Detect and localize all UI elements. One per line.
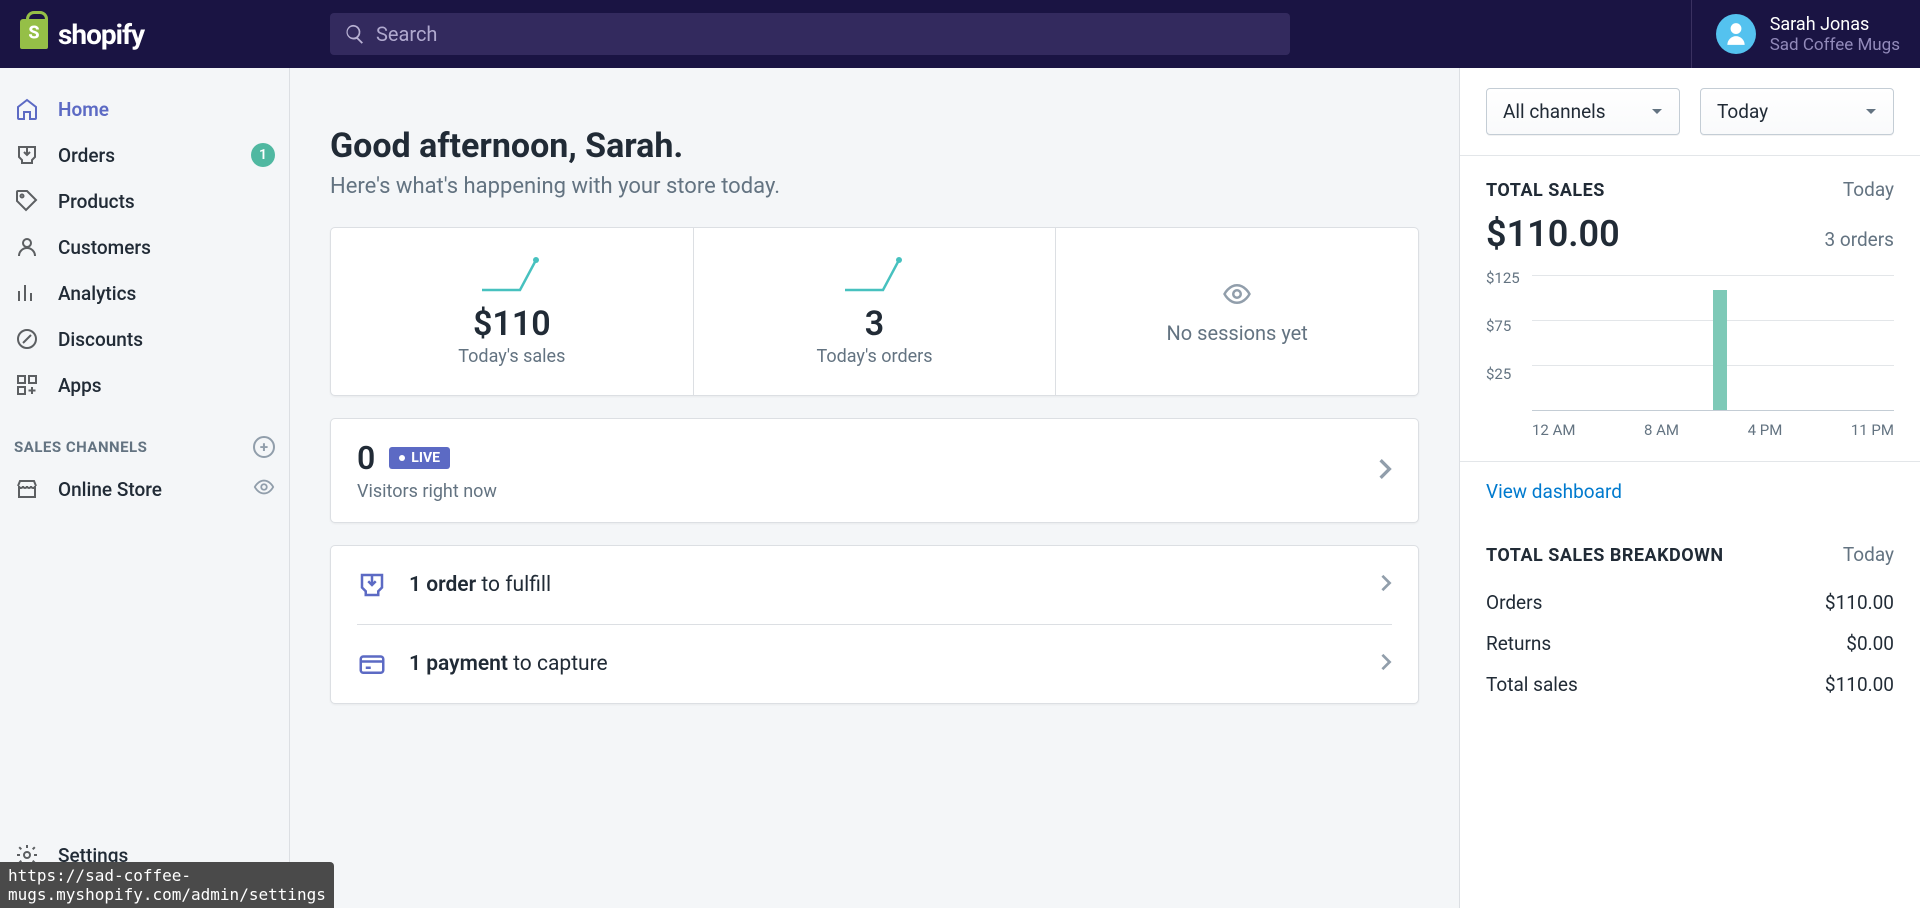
nav-label: Products (58, 190, 135, 213)
logo-text: shopify (58, 18, 144, 51)
total-sales-section: TOTAL SALES Today $110.00 3 orders $125 … (1460, 156, 1920, 462)
live-visitors-card[interactable]: 0 LIVE Visitors right now (330, 418, 1419, 523)
empty-text: No sessions yet (1167, 321, 1308, 345)
period-dropdown[interactable]: Today (1700, 88, 1894, 135)
sparkline-icon (843, 256, 907, 292)
badge: 1 (251, 143, 275, 167)
discount-icon (14, 326, 40, 352)
breakdown-section: TOTAL SALES BREAKDOWN Today Orders$110.0… (1460, 521, 1920, 727)
channel-dropdown[interactable]: All channels (1486, 88, 1680, 135)
task-text: 1 payment to capture (409, 652, 608, 676)
user-name: Sarah Jonas (1770, 14, 1900, 35)
chevron-right-icon (1380, 574, 1392, 596)
chevron-right-icon (1378, 458, 1392, 484)
nav-orders[interactable]: Orders 1 (0, 132, 289, 178)
search-icon (344, 23, 366, 45)
shopify-bag-icon (20, 19, 48, 49)
nav-online-store[interactable]: Online Store (0, 466, 289, 512)
card-sessions[interactable]: No sessions yet (1056, 228, 1418, 395)
nav-label: Home (58, 98, 109, 121)
eye-icon (1222, 279, 1252, 309)
nav-label: Online Store (58, 478, 162, 501)
person-icon (14, 234, 40, 260)
nav-label: Apps (58, 374, 102, 397)
total-amount: $110.00 (1486, 213, 1620, 255)
main-content: Good afternoon, Sarah. Here's what's hap… (290, 68, 1460, 908)
payment-icon (357, 649, 387, 679)
right-panel: All channels Today TOTAL SALES Today $11… (1460, 68, 1920, 908)
dropdown-label: Today (1717, 100, 1768, 123)
caret-down-icon (1651, 108, 1663, 116)
nav-label: Analytics (58, 282, 136, 305)
card-label: Today's sales (351, 346, 673, 367)
breakdown-row: Total sales$110.00 (1486, 664, 1894, 705)
apps-icon (14, 372, 40, 398)
tasks-card: 1 order to fulfill 1 payment to capture (330, 545, 1419, 704)
card-orders[interactable]: 3 Today's orders (694, 228, 1057, 395)
summary-cards: $110 Today's sales 3 Today's orders No s… (330, 227, 1419, 396)
breakdown-row: Orders$110.00 (1486, 582, 1894, 623)
sub-greeting: Here's what's happening with your store … (330, 174, 1419, 199)
tag-icon (14, 188, 40, 214)
store-name: Sad Coffee Mugs (1770, 35, 1900, 55)
task-capture[interactable]: 1 payment to capture (357, 625, 1392, 703)
live-value: 0 (357, 439, 375, 477)
search-bar[interactable] (330, 13, 1290, 55)
card-value: 3 (714, 304, 1036, 344)
inbox-icon (14, 142, 40, 168)
add-channel-icon[interactable]: + (253, 436, 275, 458)
x-axis-labels: 12 AM 8 AM 4 PM 11 PM (1532, 421, 1894, 439)
store-icon (14, 476, 40, 502)
sidebar: Home Orders 1 Products Customers Analyti… (0, 68, 290, 908)
avatar (1716, 14, 1756, 54)
sales-chart: $125 $75 $25 12 AM 8 AM 4 PM 11 PM (1486, 269, 1894, 439)
card-label: Today's orders (714, 346, 1036, 367)
nav-label: Orders (58, 144, 115, 167)
nav-analytics[interactable]: Analytics (0, 270, 289, 316)
nav-home[interactable]: Home (0, 86, 289, 132)
nav-label: Discounts (58, 328, 143, 351)
url-tooltip: https://sad-coffee-mugs.myshopify.com/ad… (0, 862, 334, 908)
task-text: 1 order to fulfill (409, 573, 551, 597)
search-wrap (290, 13, 1667, 55)
dropdown-label: All channels (1503, 100, 1606, 123)
nav-customers[interactable]: Customers (0, 224, 289, 270)
caret-down-icon (1865, 108, 1877, 116)
section-title: TOTAL SALES (1486, 180, 1605, 201)
breakdown-row: Returns$0.00 (1486, 623, 1894, 664)
nav-apps[interactable]: Apps (0, 362, 289, 408)
card-sales[interactable]: $110 Today's sales (331, 228, 694, 395)
task-fulfill[interactable]: 1 order to fulfill (357, 546, 1392, 625)
home-icon (14, 96, 40, 122)
nav-label: Customers (58, 236, 151, 259)
filters: All channels Today (1460, 68, 1920, 156)
chevron-right-icon (1380, 653, 1392, 675)
bar (1713, 290, 1727, 410)
channels-title: SALES CHANNELS (14, 438, 147, 456)
view-store-icon[interactable] (253, 476, 275, 502)
sparkline-icon (480, 256, 544, 292)
live-badge: LIVE (389, 447, 450, 469)
section-title: TOTAL SALES BREAKDOWN (1486, 545, 1724, 566)
nav-products[interactable]: Products (0, 178, 289, 224)
fulfill-icon (357, 570, 387, 600)
plot-area (1532, 275, 1894, 411)
live-label: Visitors right now (357, 481, 497, 502)
logo[interactable]: shopify (20, 18, 290, 51)
view-dashboard-link[interactable]: View dashboard (1460, 462, 1920, 521)
top-bar: shopify Sarah Jonas Sad Coffee Mugs (0, 0, 1920, 68)
section-period: Today (1843, 178, 1894, 201)
section-period: Today (1843, 543, 1894, 566)
nav-discounts[interactable]: Discounts (0, 316, 289, 362)
orders-count: 3 orders (1824, 228, 1894, 251)
profile-menu[interactable]: Sarah Jonas Sad Coffee Mugs (1691, 0, 1900, 68)
channels-header: SALES CHANNELS + (0, 436, 289, 466)
card-value: $110 (351, 304, 673, 344)
greeting: Good afternoon, Sarah. (330, 126, 1419, 166)
y-axis-labels: $125 $75 $25 (1486, 269, 1520, 413)
bars-icon (14, 280, 40, 306)
search-input[interactable] (376, 22, 1276, 46)
